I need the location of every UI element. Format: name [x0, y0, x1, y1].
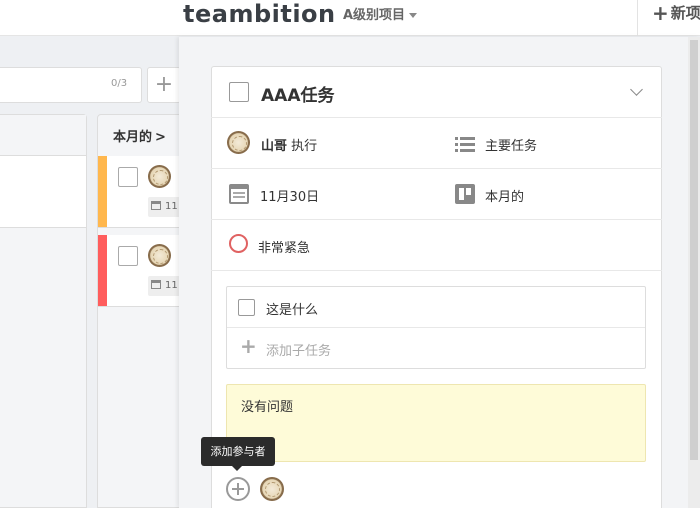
scrollbar-thumb[interactable] — [690, 40, 698, 460]
list-icon — [455, 136, 475, 152]
column-title-text: 本月的 — [113, 130, 153, 145]
priority-field[interactable]: 非常紧急 — [258, 237, 310, 256]
executor-field[interactable]: 山哥 执行 — [261, 135, 317, 154]
member-avatar[interactable] — [260, 477, 284, 501]
subtask-label[interactable]: 这是什么 — [266, 299, 318, 318]
brand-logo[interactable]: teambition — [183, 0, 336, 28]
card-checkbox[interactable] — [118, 246, 138, 266]
plus-icon: + — [652, 1, 669, 25]
project-switcher[interactable]: A级别项目 — [343, 4, 418, 23]
subtask-checkbox[interactable] — [238, 299, 255, 316]
card-date-text: 11 — [165, 201, 178, 212]
column-card[interactable] — [0, 156, 86, 228]
calendar-icon — [229, 184, 249, 204]
project-name: A级别项目 — [343, 8, 406, 23]
column-title[interactable]: 本月的 > — [113, 126, 166, 145]
calendar-icon — [151, 280, 161, 289]
add-member-tooltip: 添加参与者 — [201, 437, 275, 466]
stage-field[interactable]: 本月的 — [485, 186, 524, 205]
plus-icon[interactable]: + — [240, 336, 257, 356]
chevron-right-icon: > — [155, 130, 166, 145]
header-divider — [637, 0, 638, 36]
task-card[interactable]: 11 — [98, 156, 188, 228]
board-column-left — [0, 114, 87, 508]
calendar-icon — [151, 201, 161, 210]
due-date-field[interactable]: 11月30日 — [260, 186, 319, 205]
executor-name: 山哥 — [261, 139, 288, 154]
top-header: teambition A级别项目 + 新项 — [0, 0, 700, 36]
add-stage-button[interactable]: + — [147, 67, 181, 103]
priority-circle-icon — [229, 234, 248, 253]
new-button[interactable]: + 新项 — [652, 1, 700, 25]
executor-role: 执行 — [291, 139, 318, 154]
divider — [227, 327, 645, 328]
card-date-text: 11 — [165, 280, 178, 291]
priority-bar — [98, 235, 107, 306]
task-title[interactable]: AAA任务 — [261, 81, 334, 106]
card-checkbox[interactable] — [118, 167, 138, 187]
avatar — [148, 165, 171, 188]
stage-count: 0/3 — [111, 78, 128, 89]
add-member-button[interactable] — [226, 477, 250, 501]
caret-down-icon — [409, 13, 418, 18]
board-icon — [455, 184, 475, 204]
priority-bar — [98, 156, 107, 227]
tooltip-arrow — [232, 466, 242, 471]
column-header — [0, 115, 86, 156]
avatar — [148, 244, 171, 267]
add-subtask-button[interactable]: 添加子任务 — [266, 340, 331, 359]
task-type-field[interactable]: 主要任务 — [485, 135, 537, 154]
new-button-label: 新项 — [670, 4, 700, 22]
executor-avatar[interactable] — [227, 131, 250, 154]
task-card[interactable]: 11 — [98, 235, 188, 307]
note-text: 没有问题 — [241, 400, 294, 415]
task-complete-checkbox[interactable] — [229, 82, 249, 102]
